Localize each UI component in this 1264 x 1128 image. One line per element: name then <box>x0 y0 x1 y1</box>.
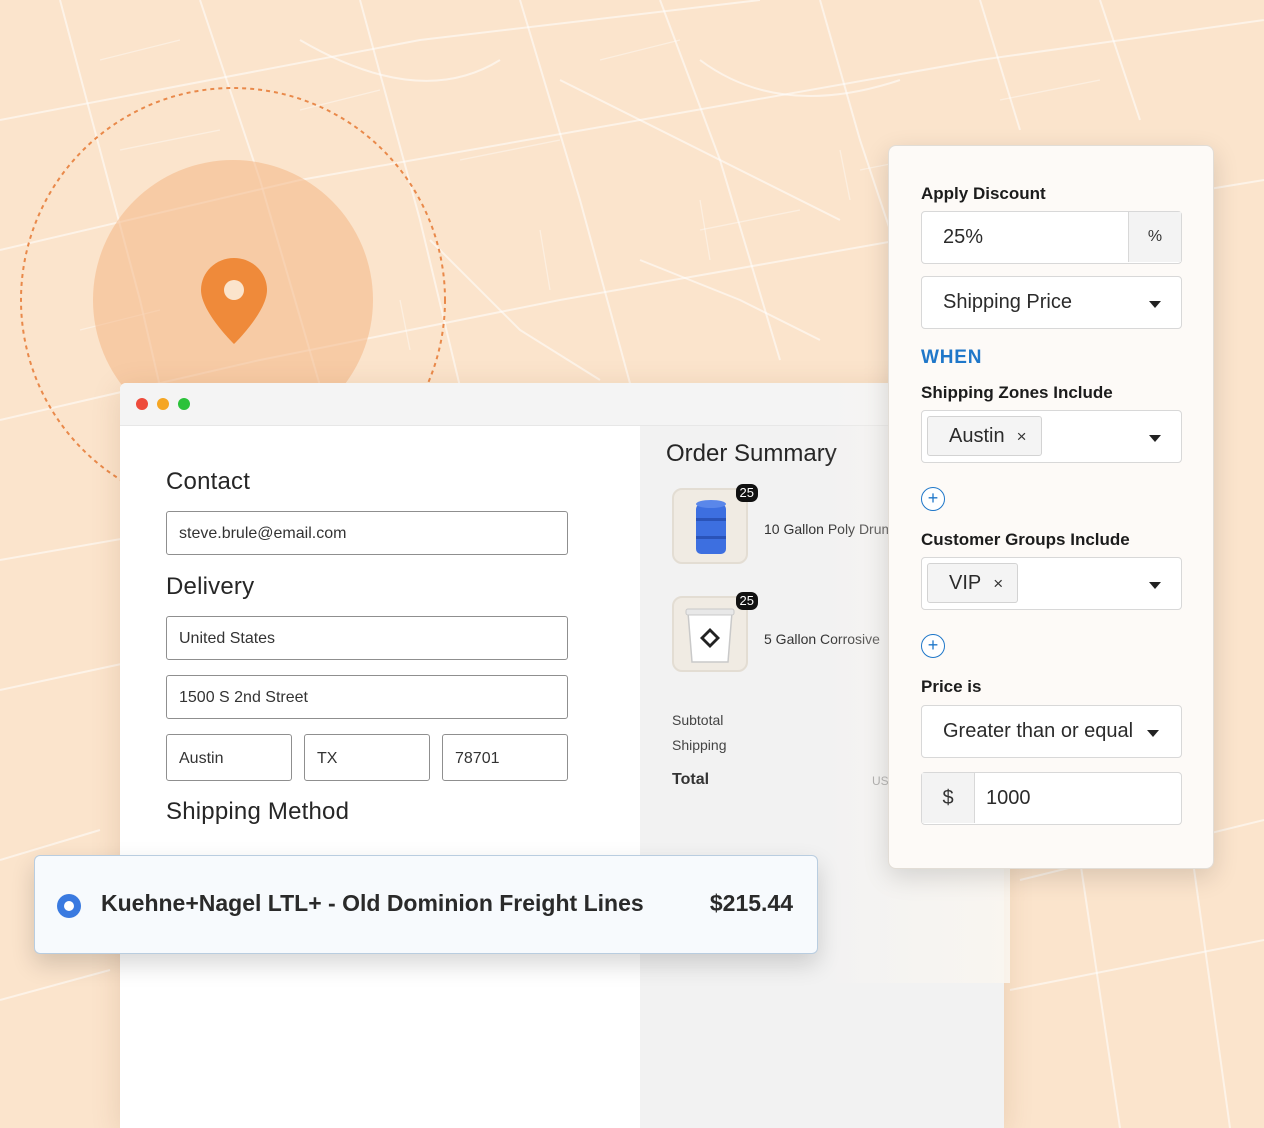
chevron-down-icon <box>1149 435 1161 442</box>
shipping-zones-select[interactable]: Austin × <box>921 410 1182 463</box>
quantity-badge: 25 <box>735 484 758 502</box>
chip-label: VIP <box>949 572 982 594</box>
shipping-option-price: $215.44 <box>709 890 793 916</box>
white-pail-icon <box>685 608 735 663</box>
price-is-label: Price is <box>921 677 982 696</box>
shipping-option-card[interactable]: Kuehne+Nagel LTL+ - Old Dominion Freight… <box>34 855 818 954</box>
product-thumbnail: 25 <box>672 484 758 564</box>
product-thumbnail: 25 <box>672 592 758 672</box>
chip-label: Austin <box>949 425 1005 447</box>
chevron-down-icon <box>1149 582 1161 589</box>
shipping-option-name: Kuehne+Nagel LTL+ - Old Dominion Freight… <box>101 890 644 916</box>
discount-amount-value: 25% <box>943 226 984 248</box>
add-zone-condition-button[interactable]: + <box>921 487 945 511</box>
shipping-zones-label: Shipping Zones Include <box>921 383 1113 402</box>
blue-drum-icon <box>696 500 726 554</box>
subtotal-label: Subtotal <box>672 712 724 728</box>
delivery-heading: Delivery <box>166 573 255 600</box>
state-field[interactable]: TX <box>304 734 430 781</box>
maximize-window-button[interactable] <box>178 398 190 410</box>
price-comparator-select[interactable]: Greater than or equal <box>921 705 1182 758</box>
discount-amount-input[interactable]: 25% % <box>921 211 1182 264</box>
price-comparator-value: Greater than or equal <box>943 720 1134 742</box>
percent-toggle-button[interactable]: % <box>1128 212 1181 262</box>
order-summary-heading: Order Summary <box>666 440 837 467</box>
close-window-button[interactable] <box>136 398 148 410</box>
currency-symbol: $ <box>922 773 975 823</box>
checkout-form: Contact steve.brule@email.com Delivery U… <box>120 426 640 1128</box>
location-pin-icon <box>201 258 267 344</box>
remove-chip-icon[interactable]: × <box>993 574 1003 593</box>
customer-groups-label: Customer Groups Include <box>921 530 1130 549</box>
chevron-down-icon <box>1147 730 1159 737</box>
country-field[interactable]: United States <box>166 616 568 660</box>
email-field[interactable]: steve.brule@email.com <box>166 511 568 555</box>
city-field[interactable]: Austin <box>166 734 292 781</box>
add-group-condition-button[interactable]: + <box>921 634 945 658</box>
apply-discount-label: Apply Discount <box>921 184 1046 203</box>
remove-chip-icon[interactable]: × <box>1017 427 1027 446</box>
zip-field[interactable]: 78701 <box>442 734 568 781</box>
address-field[interactable]: 1500 S 2nd Street <box>166 675 568 719</box>
discount-target-value: Shipping Price <box>943 291 1072 313</box>
shipping-option-radio[interactable] <box>57 894 81 918</box>
price-value-input[interactable]: $ 1000 <box>921 772 1182 825</box>
contact-heading: Contact <box>166 468 251 495</box>
customer-groups-select[interactable]: VIP × <box>921 557 1182 610</box>
total-label: Total <box>672 771 710 788</box>
discount-rule-panel: Apply Discount 25% % Shipping Price WHEN… <box>888 145 1214 869</box>
minimize-window-button[interactable] <box>157 398 169 410</box>
group-chip-vip: VIP × <box>927 563 1019 603</box>
chevron-down-icon <box>1149 301 1161 308</box>
when-heading: WHEN <box>921 347 983 368</box>
zone-chip-austin: Austin × <box>927 416 1042 456</box>
quantity-badge: 25 <box>735 592 758 610</box>
discount-target-select[interactable]: Shipping Price <box>921 276 1182 329</box>
price-value: 1000 <box>986 787 1031 809</box>
shipping-method-heading: Shipping Method <box>166 798 350 825</box>
shipping-label: Shipping <box>672 737 727 753</box>
